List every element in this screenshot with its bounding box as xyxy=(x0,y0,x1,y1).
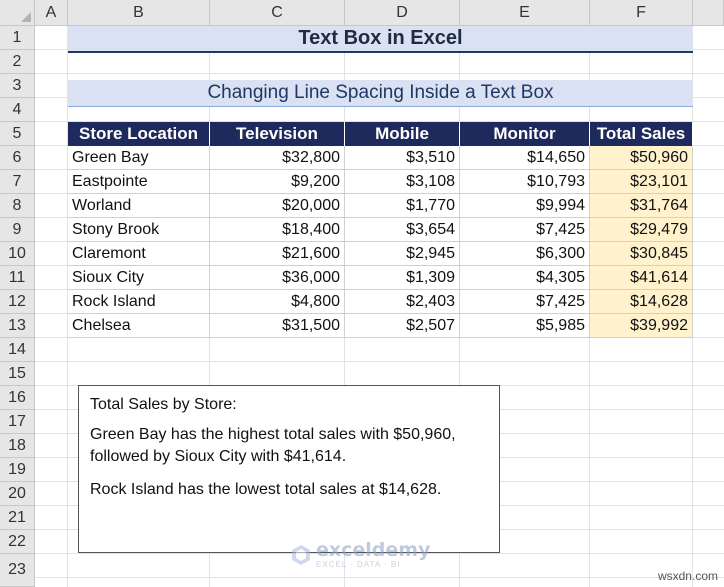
store-name-cell[interactable]: Green Bay xyxy=(68,146,210,170)
gridline-horizontal xyxy=(35,577,724,578)
gridline-horizontal xyxy=(35,73,724,74)
site-label: wsxdn.com xyxy=(657,569,718,583)
sales-value-cell[interactable]: $9,200 xyxy=(210,170,345,194)
row-header-3[interactable]: 3 xyxy=(0,74,35,98)
sales-value-cell[interactable]: $1,770 xyxy=(345,194,460,218)
text-box-line-3: Rock Island has the lowest total sales a… xyxy=(90,481,442,498)
exceldemy-logo-icon xyxy=(292,545,310,565)
sales-value-cell[interactable]: $14,650 xyxy=(460,146,590,170)
spreadsheet: ABCDEF 1 2 3 4 5 6 7 8 9 10 11 12 13 14 15 16 17 18 19 20 21… xyxy=(0,0,724,587)
row-header-19[interactable]: 19 xyxy=(0,458,35,482)
sales-value-cell[interactable]: $7,425 xyxy=(460,290,590,314)
sales-value-cell[interactable]: $7,425 xyxy=(460,218,590,242)
select-all-button[interactable] xyxy=(0,0,35,26)
row-header-12[interactable]: 12 xyxy=(0,290,35,314)
store-name-cell[interactable]: Stony Brook xyxy=(68,218,210,242)
row-header-4[interactable]: 4 xyxy=(0,98,35,122)
sales-value-cell[interactable]: $2,507 xyxy=(345,314,460,338)
store-name-cell[interactable]: Sioux City xyxy=(68,266,210,290)
table-header-cell[interactable]: Total Sales xyxy=(590,122,693,146)
column-header-b[interactable]: B xyxy=(68,0,210,26)
row-header-2[interactable]: 2 xyxy=(0,50,35,74)
row-header-5[interactable]: 5 xyxy=(0,122,35,146)
text-box-line-1: Total Sales by Store: xyxy=(90,396,237,413)
sales-value-cell[interactable]: $21,600 xyxy=(210,242,345,266)
row-header-16[interactable]: 16 xyxy=(0,386,35,410)
sales-value-cell[interactable]: $2,945 xyxy=(345,242,460,266)
sales-value-cell[interactable]: $10,793 xyxy=(460,170,590,194)
sales-value-cell[interactable]: $20,000 xyxy=(210,194,345,218)
table-header-cell[interactable]: Mobile xyxy=(345,122,460,146)
row-header-22[interactable]: 22 xyxy=(0,530,35,554)
row-header-14[interactable]: 14 xyxy=(0,338,35,362)
sheet-title[interactable]: Text Box in Excel xyxy=(68,26,693,53)
store-name-cell[interactable]: Chelsea xyxy=(68,314,210,338)
total-sales-cell[interactable]: $50,960 xyxy=(590,146,693,170)
total-sales-cell[interactable]: $14,628 xyxy=(590,290,693,314)
sales-value-cell[interactable]: $18,400 xyxy=(210,218,345,242)
sales-value-cell[interactable]: $4,305 xyxy=(460,266,590,290)
sales-value-cell[interactable]: $36,000 xyxy=(210,266,345,290)
row-header-7[interactable]: 7 xyxy=(0,170,35,194)
column-header-c[interactable]: C xyxy=(210,0,345,26)
text-box[interactable]: Total Sales by Store: Green Bay has the … xyxy=(78,385,500,553)
sales-value-cell[interactable]: $32,800 xyxy=(210,146,345,170)
row-header-1[interactable]: 1 xyxy=(0,26,35,50)
column-header-f[interactable]: F xyxy=(590,0,693,26)
row-header-17[interactable]: 17 xyxy=(0,410,35,434)
table-header-cell[interactable]: Monitor xyxy=(460,122,590,146)
row-header-10[interactable]: 10 xyxy=(0,242,35,266)
sales-value-cell[interactable]: $1,309 xyxy=(345,266,460,290)
row-header-20[interactable]: 20 xyxy=(0,482,35,506)
store-name-cell[interactable]: Claremont xyxy=(68,242,210,266)
sheet-subtitle[interactable]: Changing Line Spacing Inside a Text Box xyxy=(68,80,693,107)
column-header-overflow[interactable] xyxy=(693,0,724,26)
row-header-23[interactable]: 23 xyxy=(0,554,35,587)
sales-value-cell[interactable]: $3,654 xyxy=(345,218,460,242)
total-sales-cell[interactable]: $29,479 xyxy=(590,218,693,242)
sales-value-cell[interactable]: $9,994 xyxy=(460,194,590,218)
total-sales-cell[interactable]: $39,992 xyxy=(590,314,693,338)
sales-value-cell[interactable]: $3,108 xyxy=(345,170,460,194)
sales-value-cell[interactable]: $4,800 xyxy=(210,290,345,314)
row-header-21[interactable]: 21 xyxy=(0,506,35,530)
column-header-d[interactable]: D xyxy=(345,0,460,26)
total-sales-cell[interactable]: $31,764 xyxy=(590,194,693,218)
total-sales-cell[interactable]: $30,845 xyxy=(590,242,693,266)
gridline-horizontal xyxy=(35,361,724,362)
row-header-13[interactable]: 13 xyxy=(0,314,35,338)
watermark-tagline: EXCEL · DATA · BI xyxy=(316,560,401,569)
column-header-a[interactable]: A xyxy=(35,0,68,26)
total-sales-cell[interactable]: $41,614 xyxy=(590,266,693,290)
row-header-9[interactable]: 9 xyxy=(0,218,35,242)
row-header-8[interactable]: 8 xyxy=(0,194,35,218)
table-header-cell[interactable]: Store Location xyxy=(68,122,210,146)
store-name-cell[interactable]: Rock Island xyxy=(68,290,210,314)
watermark: exceldemy EXCEL · DATA · BI xyxy=(290,541,430,569)
store-name-cell[interactable]: Eastpointe xyxy=(68,170,210,194)
column-header-e[interactable]: E xyxy=(460,0,590,26)
sales-value-cell[interactable]: $6,300 xyxy=(460,242,590,266)
text-box-line-2: Green Bay has the highest total sales wi… xyxy=(90,426,456,465)
row-header-6[interactable]: 6 xyxy=(0,146,35,170)
select-all-icon xyxy=(21,12,31,22)
row-header-15[interactable]: 15 xyxy=(0,362,35,386)
sales-value-cell[interactable]: $2,403 xyxy=(345,290,460,314)
sales-value-cell[interactable]: $3,510 xyxy=(345,146,460,170)
sales-value-cell[interactable]: $31,500 xyxy=(210,314,345,338)
table-header-cell[interactable]: Television xyxy=(210,122,345,146)
sales-value-cell[interactable]: $5,985 xyxy=(460,314,590,338)
row-header-18[interactable]: 18 xyxy=(0,434,35,458)
watermark-name: exceldemy xyxy=(316,539,431,561)
total-sales-cell[interactable]: $23,101 xyxy=(590,170,693,194)
row-header-11[interactable]: 11 xyxy=(0,266,35,290)
store-name-cell[interactable]: Worland xyxy=(68,194,210,218)
